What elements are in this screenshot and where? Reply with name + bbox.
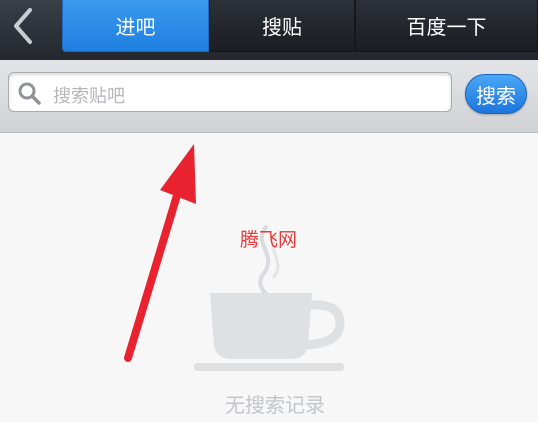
red-arrow-icon <box>124 144 196 362</box>
